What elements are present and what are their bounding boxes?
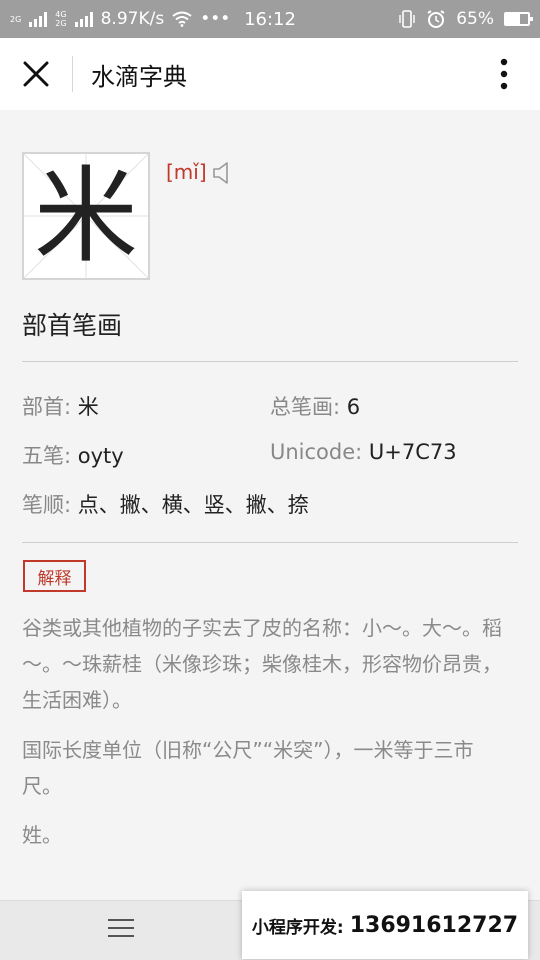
strokes-label: 总笔画:	[270, 395, 341, 419]
more-vertical-icon	[500, 58, 508, 90]
wubi-value: oyty	[77, 444, 124, 468]
unicode-value: U+7C73	[368, 440, 457, 464]
pinyin: [mǐ]	[166, 160, 207, 184]
radical-label: 部首:	[22, 395, 72, 419]
divider-2	[22, 542, 518, 543]
radical-value: 米	[77, 395, 99, 419]
status-left: 2G 4G 2G 8.97K/s •••	[10, 9, 230, 29]
network-type-bottom: 2G	[55, 19, 67, 28]
explanation-paragraph-3: 姓。	[22, 823, 62, 847]
radical-row: 部首: 米	[22, 391, 99, 421]
close-icon	[23, 61, 49, 87]
character-glyph: 米	[33, 155, 138, 277]
developer-label: 小程序开发:	[251, 917, 344, 938]
unicode-row: Unicode: U+7C73	[270, 440, 457, 464]
explanation-tag: 解释	[23, 560, 86, 592]
character-box: 米	[22, 152, 150, 280]
stroke-order-row: 笔顺: 点、撇、横、竖、撇、捺	[22, 489, 309, 519]
nav-divider	[72, 56, 73, 92]
status-bar: 2G 4G 2G 8.97K/s ••• 16:12 65%	[0, 0, 540, 38]
close-button[interactable]	[0, 38, 72, 110]
developer-phone: 13691612727	[349, 912, 519, 938]
wubi-row: 五笔: oyty	[22, 440, 124, 470]
page-title: 水滴字典	[91, 62, 187, 91]
stroke-order-label: 笔顺:	[22, 493, 72, 517]
more-dots: •••	[200, 9, 231, 29]
strokes-value: 6	[346, 395, 361, 419]
alarm-icon	[427, 10, 445, 28]
wifi-icon	[172, 11, 192, 27]
network-speed: 8.97K/s	[100, 9, 165, 29]
network-type: 2G	[10, 15, 21, 24]
signal-icon-2	[74, 11, 93, 27]
more-button[interactable]	[468, 38, 540, 110]
network-type-top: 2G	[10, 14, 22, 24]
nav-bar: 水滴字典	[0, 38, 540, 110]
network-type-secondary: 4G 2G	[55, 10, 66, 28]
developer-banner[interactable]: 小程序开发: 13691612727	[242, 891, 528, 959]
dictionary-entry: 米 [mǐ] 部首笔画 部首: 米 总笔画: 6 五笔: oyty Unicod…	[0, 110, 540, 900]
vibrate-icon	[399, 10, 415, 28]
explanation-paragraph-2: 国际长度单位（旧称“公尺”“米突”），一米等于三市尺。	[22, 738, 474, 798]
battery-fill	[506, 14, 521, 24]
section-title: 部首笔画	[22, 311, 123, 340]
battery-percent: 65%	[456, 9, 494, 29]
divider	[22, 361, 518, 362]
menu-icon[interactable]	[108, 919, 134, 943]
explanation-paragraph-1: 谷类或其他植物的子实去了皮的名称：小～。大～。稻～。～珠薪桂（米像珍珠；柴像桂木…	[22, 616, 502, 712]
status-right: 65%	[398, 9, 533, 29]
battery-icon	[504, 12, 533, 26]
strokes-row: 总笔画: 6	[270, 391, 360, 421]
signal-icon	[29, 11, 48, 27]
unicode-label: Unicode:	[270, 440, 363, 464]
speaker-icon[interactable]	[212, 162, 232, 184]
stroke-order-value: 点、撇、横、竖、撇、捺	[77, 493, 309, 517]
wubi-label: 五笔:	[22, 444, 72, 468]
network-type-mid: 4G	[55, 10, 67, 19]
